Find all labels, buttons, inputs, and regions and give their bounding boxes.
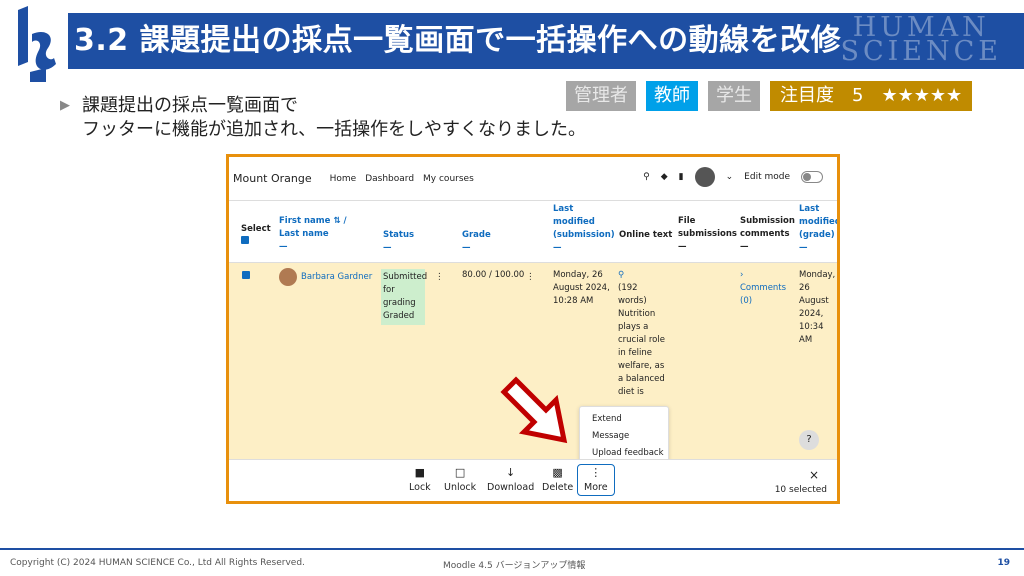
menu-item-extend[interactable]: Extend [580,411,668,428]
brand-line-2: SCIENCE [840,36,1002,67]
student-avatar[interactable] [279,268,297,286]
footer-divider [0,548,1024,550]
more-label: More [584,482,608,493]
header-fs-label: File submissions [678,216,737,239]
chat-icon[interactable]: ▮ [679,172,684,182]
lock-icon: ■ [414,466,426,479]
nav-right: ⚲ ◆ ▮ ⌄ Edit mode [643,167,823,187]
student-cell: Barbara Gardner [279,268,372,286]
nav-dashboard[interactable]: Dashboard [365,174,414,184]
help-button[interactable]: ? [799,430,819,450]
company-logo-icon [18,6,56,82]
site-name[interactable]: Mount Orange [233,172,312,185]
footer-center-text: Moodle 4.5 バージョンアップ情報 [443,561,586,571]
edit-mode-label: Edit mode [744,172,790,182]
select-all-checkbox[interactable] [241,236,249,244]
selected-count: 10 selected [774,485,827,495]
tag-student: 学生 [708,81,760,111]
download-label: Download [487,482,535,493]
more-dots-icon: ⋮ [590,466,602,479]
bullet-triangle-icon: ▶ [60,98,70,113]
menu-item-message[interactable]: Message [580,428,668,445]
header-lmg-label[interactable]: Last modified (grade) [799,204,837,240]
header-online-text: Online text [619,230,673,240]
edit-mode-toggle[interactable] [801,171,823,183]
status-badge: Submitted for grading Graded [381,269,427,325]
modified-grade: Monday, 26 August 2024, 10:34 AM [799,270,836,345]
header-select: Select [241,223,271,249]
header-grade[interactable]: Grade — [462,229,491,255]
user-avatar[interactable] [694,167,715,187]
more-button[interactable]: ⋮ More [577,464,615,496]
nav-my-courses[interactable]: My courses [423,174,474,184]
student-name[interactable]: Barbara Gardner [301,271,372,284]
comments-cell[interactable]: › Comments (0) [740,269,790,308]
unlock-icon: □ [454,466,466,479]
online-text-cell: ⚲ (192 words) Nutrition plays a crucial … [618,269,668,397]
close-icon[interactable]: × [809,468,819,482]
header-last-modified-grade[interactable]: Last modified (grade) — [799,203,837,255]
header-grade-label[interactable]: Grade [462,230,491,240]
table-header: Select First name ⇅ / Last name — Status —… [229,201,837,263]
unlock-button[interactable]: □ Unlock [444,466,476,494]
moodle-navbar: Mount Orange Home Dashboard My courses ⚲… [229,157,837,201]
row-actions-icon[interactable]: ⋮ [435,271,444,284]
row-checkbox[interactable] [242,271,250,279]
header-file-submissions: File submissions — [678,216,737,252]
header-sc-label: Submission comments [740,216,795,239]
slide-header: 3.2 課題提出の採点一覧画面で一括操作への動線を改修 HUMAN SCIENC… [0,0,1024,88]
header-select-label: Select [241,224,271,234]
bullet-point: ▶ 課題提出の採点一覧画面で フッターに機能が追加され、一括操作をしやすくなりま… [60,94,586,142]
magnify-icon[interactable]: ⚲ [618,270,624,280]
search-icon[interactable]: ⚲ [643,172,650,182]
nav-home[interactable]: Home [330,174,357,184]
delete-label: Delete [542,482,574,493]
header-first-name[interactable]: First name [279,216,330,226]
download-button[interactable]: ↓ Download [487,466,534,494]
header-lms-label[interactable]: Last modified (submission) [553,204,615,240]
unlock-label: Unlock [444,482,477,493]
comments-link[interactable]: Comments (0) [740,283,786,306]
brand-watermark: HUMAN SCIENCE [840,14,1002,67]
grade-value: 80.00 / 100.00 [462,270,525,280]
chevron-down-icon[interactable]: ⌄ [726,172,734,182]
online-text-preview: (192 words) Nutrition plays a crucial ro… [618,283,665,397]
bullet-line-2: フッターに機能が追加され、一括操作をしやすくなりました。 [82,119,586,140]
download-icon: ↓ [506,466,516,479]
header-last-modified-submission[interactable]: Last modified (submission) — [553,203,615,255]
trash-icon: ▩ [552,466,563,479]
chevron-right-icon[interactable]: › [740,270,743,280]
tag-attention: 注目度 5 ★★★★★ [770,81,973,111]
callout-arrow-icon [500,376,568,444]
bulk-action-footer: ■ Lock □ Unlock ↓ Download ▩ Delete ⋮ Mo… [229,459,837,501]
slide-title-text: 3.2 課題提出の採点一覧画面で一括操作への動線を改修 [74,23,842,58]
bullet-line-1: 課題提出の採点一覧画面で [82,95,298,116]
lock-button[interactable]: ■ Lock [409,466,431,494]
header-submission-comments: Submission comments — [740,216,795,252]
page-number: 19 [997,558,1010,568]
header-status[interactable]: Status — [383,229,414,255]
copyright: Copyright (C) 2024 HUMAN SCIENCE Co., Lt… [10,558,305,568]
lock-label: Lock [409,482,431,493]
header-status-label[interactable]: Status [383,230,414,240]
role-tags: 管理者 教師 学生 注目度 5 ★★★★★ [566,81,973,111]
grade-actions-icon[interactable]: ⋮ [526,271,535,284]
more-menu: Extend Message Upload feedback [579,406,669,466]
delete-button[interactable]: ▩ Delete [542,466,573,494]
tag-teacher: 教師 [646,81,698,111]
bell-icon[interactable]: ◆ [661,172,668,182]
modified-submission: Monday, 26 August 2024, 10:28 AM [553,270,610,306]
header-name[interactable]: First name ⇅ / Last name — [279,215,369,254]
moodle-screenshot: Mount Orange Home Dashboard My courses ⚲… [226,154,840,504]
